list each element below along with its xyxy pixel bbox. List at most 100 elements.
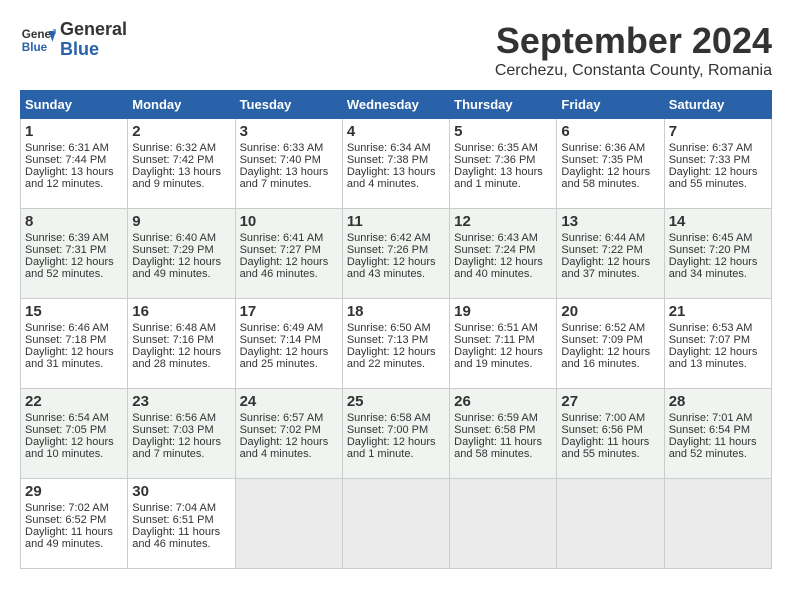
daylight-text: Daylight: 13 hours and 9 minutes. xyxy=(132,166,221,190)
daylight-text: Daylight: 12 hours and 25 minutes. xyxy=(240,346,329,370)
day-number: 18 xyxy=(347,303,445,320)
sunrise-text: Sunrise: 6:39 AM xyxy=(25,232,109,244)
day-number: 23 xyxy=(132,393,230,410)
sunrise-text: Sunrise: 7:01 AM xyxy=(669,412,753,424)
sunrise-text: Sunrise: 6:37 AM xyxy=(669,142,753,154)
calendar-cell xyxy=(664,479,771,569)
daylight-text: Daylight: 12 hours and 28 minutes. xyxy=(132,346,221,370)
sunset-text: Sunset: 7:05 PM xyxy=(25,424,106,436)
sunset-text: Sunset: 7:26 PM xyxy=(347,244,428,256)
daylight-text: Daylight: 11 hours and 55 minutes. xyxy=(561,436,649,460)
daylight-text: Daylight: 13 hours and 12 minutes. xyxy=(25,166,114,190)
day-number: 10 xyxy=(240,213,338,230)
sunset-text: Sunset: 7:42 PM xyxy=(132,154,213,166)
sunset-text: Sunset: 7:35 PM xyxy=(561,154,642,166)
calendar-cell: 14Sunrise: 6:45 AMSunset: 7:20 PMDayligh… xyxy=(664,209,771,299)
daylight-text: Daylight: 12 hours and 13 minutes. xyxy=(669,346,758,370)
sunrise-text: Sunrise: 6:44 AM xyxy=(561,232,645,244)
sunset-text: Sunset: 7:33 PM xyxy=(669,154,750,166)
calendar-cell xyxy=(235,479,342,569)
daylight-text: Daylight: 12 hours and 1 minute. xyxy=(347,436,436,460)
day-number: 29 xyxy=(25,483,123,500)
calendar-cell xyxy=(450,479,557,569)
sunset-text: Sunset: 6:58 PM xyxy=(454,424,535,436)
calendar-cell: 20 Sunrise: 6:52 AMSunset: 7:09 PMDayligh… xyxy=(557,299,664,389)
sunrise-text: Sunrise: 6:52 AM xyxy=(561,322,645,334)
sunrise-text: Sunrise: 6:34 AM xyxy=(347,142,431,154)
calendar-cell: 4Sunrise: 6:34 AMSunset: 7:38 PMDaylight… xyxy=(342,119,449,209)
sunset-text: Sunset: 7:18 PM xyxy=(25,334,106,346)
daylight-text: Daylight: 11 hours and 46 minutes. xyxy=(132,526,220,550)
calendar-cell: 3Sunrise: 6:33 AMSunset: 7:40 PMDaylight… xyxy=(235,119,342,209)
day-number: 9 xyxy=(132,213,230,230)
sunrise-text: Sunrise: 6:35 AM xyxy=(454,142,538,154)
day-number: 4 xyxy=(347,123,445,140)
daylight-text: Daylight: 12 hours and 31 minutes. xyxy=(25,346,114,370)
daylight-text: Daylight: 12 hours and 46 minutes. xyxy=(240,256,329,280)
calendar-cell: 10Sunrise: 6:41 AMSunset: 7:27 PMDayligh… xyxy=(235,209,342,299)
calendar-cell: 17Sunrise: 6:49 AMSunset: 7:14 PMDayligh… xyxy=(235,299,342,389)
sunset-text: Sunset: 7:14 PM xyxy=(240,334,321,346)
daylight-text: Daylight: 12 hours and 22 minutes. xyxy=(347,346,436,370)
calendar-cell: 13Sunrise: 6:44 AMSunset: 7:22 PMDayligh… xyxy=(557,209,664,299)
calendar-cell xyxy=(342,479,449,569)
calendar-cell: 7Sunrise: 6:37 AMSunset: 7:33 PMDaylight… xyxy=(664,119,771,209)
day-number: 17 xyxy=(240,303,338,320)
daylight-text: Daylight: 11 hours and 52 minutes. xyxy=(669,436,757,460)
sunrise-text: Sunrise: 6:56 AM xyxy=(132,412,216,424)
calendar-cell: 28Sunrise: 7:01 AMSunset: 6:54 PMDayligh… xyxy=(664,389,771,479)
sunset-text: Sunset: 7:09 PM xyxy=(561,334,642,346)
daylight-text: Daylight: 12 hours and 49 minutes. xyxy=(132,256,221,280)
sunset-text: Sunset: 7:36 PM xyxy=(454,154,535,166)
calendar-cell: 11 Sunrise: 6:42 AMSunset: 7:26 PMDayligh… xyxy=(342,209,449,299)
logo: General Blue General Blue xyxy=(20,20,127,60)
calendar-cell: 26Sunrise: 6:59 AMSunset: 6:58 PMDayligh… xyxy=(450,389,557,479)
day-number: 20 xyxy=(561,303,659,320)
weekday-header-wednesday: Wednesday xyxy=(342,91,449,119)
daylight-text: Daylight: 12 hours and 43 minutes. xyxy=(347,256,436,280)
calendar-cell: 16Sunrise: 6:48 AMSunset: 7:16 PMDayligh… xyxy=(128,299,235,389)
day-number: 11 xyxy=(347,213,445,230)
calendar-body: 1Sunrise: 6:31 AMSunset: 7:44 PMDaylight… xyxy=(21,119,772,569)
daylight-text: Daylight: 13 hours and 4 minutes. xyxy=(347,166,436,190)
calendar-cell: 8Sunrise: 6:39 AMSunset: 7:31 PMDaylight… xyxy=(21,209,128,299)
calendar-cell: 9Sunrise: 6:40 AMSunset: 7:29 PMDaylight… xyxy=(128,209,235,299)
calendar-cell: 22Sunrise: 6:54 AMSunset: 7:05 PMDayligh… xyxy=(21,389,128,479)
sunrise-text: Sunrise: 6:33 AM xyxy=(240,142,324,154)
calendar-cell: 27Sunrise: 7:00 AMSunset: 6:56 PMDayligh… xyxy=(557,389,664,479)
sunset-text: Sunset: 7:29 PM xyxy=(132,244,213,256)
calendar-week-row: 29Sunrise: 7:02 AMSunset: 6:52 PMDayligh… xyxy=(21,479,772,569)
calendar-cell: 1Sunrise: 6:31 AMSunset: 7:44 PMDaylight… xyxy=(21,119,128,209)
sunrise-text: Sunrise: 6:32 AM xyxy=(132,142,216,154)
sunrise-text: Sunrise: 7:02 AM xyxy=(25,502,109,514)
calendar-table: SundayMondayTuesdayWednesdayThursdayFrid… xyxy=(20,90,772,569)
sunrise-text: Sunrise: 7:00 AM xyxy=(561,412,645,424)
day-number: 8 xyxy=(25,213,123,230)
day-number: 5 xyxy=(454,123,552,140)
sunset-text: Sunset: 7:00 PM xyxy=(347,424,428,436)
sunrise-text: Sunrise: 6:59 AM xyxy=(454,412,538,424)
day-number: 30 xyxy=(132,483,230,500)
logo-line2: Blue xyxy=(60,40,127,60)
sunset-text: Sunset: 7:22 PM xyxy=(561,244,642,256)
sunset-text: Sunset: 6:54 PM xyxy=(669,424,750,436)
day-number: 14 xyxy=(669,213,767,230)
day-number: 19 xyxy=(454,303,552,320)
calendar-cell: 12Sunrise: 6:43 AMSunset: 7:24 PMDayligh… xyxy=(450,209,557,299)
weekday-header-saturday: Saturday xyxy=(664,91,771,119)
sunset-text: Sunset: 7:13 PM xyxy=(347,334,428,346)
daylight-text: Daylight: 12 hours and 16 minutes. xyxy=(561,346,650,370)
daylight-text: Daylight: 12 hours and 37 minutes. xyxy=(561,256,650,280)
sunset-text: Sunset: 6:51 PM xyxy=(132,514,213,526)
month-title: September 2024 xyxy=(495,20,772,62)
sunrise-text: Sunrise: 6:42 AM xyxy=(347,232,431,244)
sunrise-text: Sunrise: 6:57 AM xyxy=(240,412,324,424)
weekday-header-sunday: Sunday xyxy=(21,91,128,119)
weekday-header-row: SundayMondayTuesdayWednesdayThursdayFrid… xyxy=(21,91,772,119)
calendar-week-row: 22Sunrise: 6:54 AMSunset: 7:05 PMDayligh… xyxy=(21,389,772,479)
title-section: September 2024 Cerchezu, Constanta Count… xyxy=(495,20,772,80)
daylight-text: Daylight: 12 hours and 34 minutes. xyxy=(669,256,758,280)
sunrise-text: Sunrise: 6:31 AM xyxy=(25,142,109,154)
sunset-text: Sunset: 7:40 PM xyxy=(240,154,321,166)
sunrise-text: Sunrise: 7:04 AM xyxy=(132,502,216,514)
